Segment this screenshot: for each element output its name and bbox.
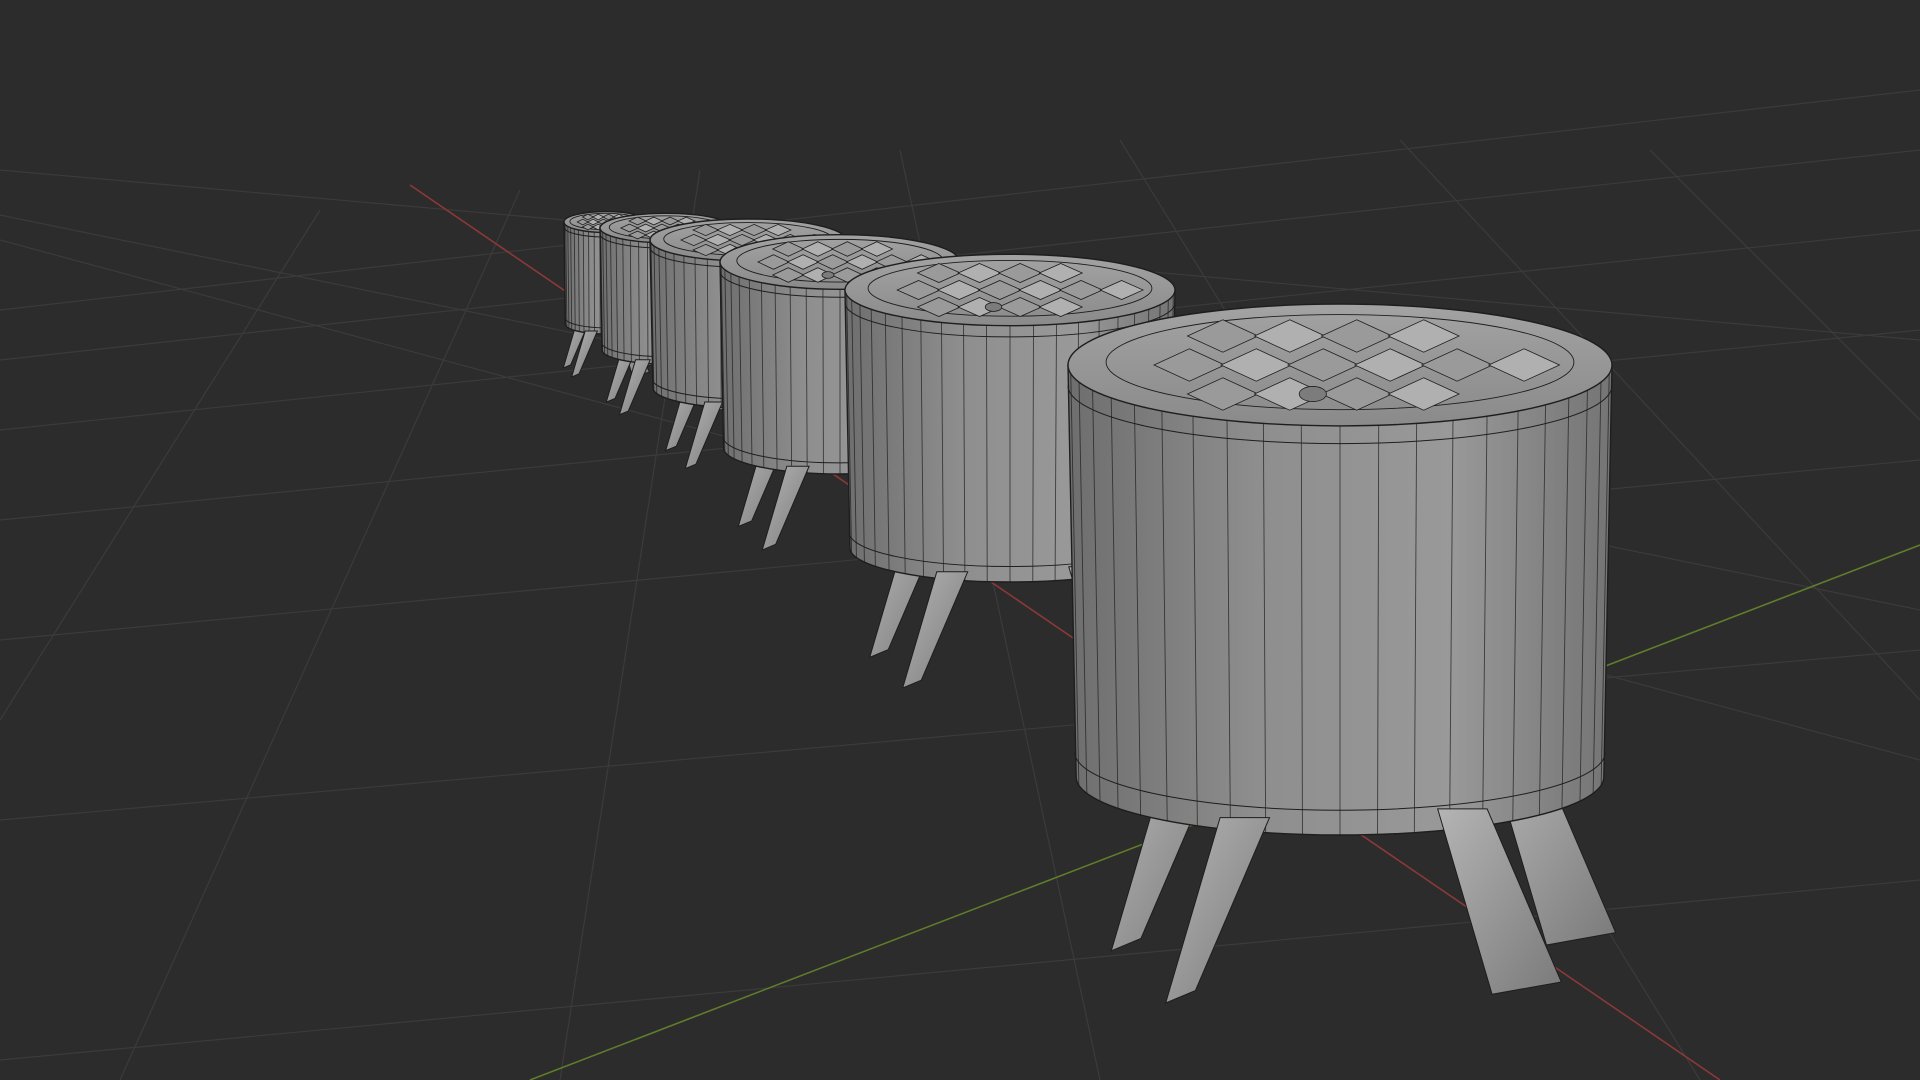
tuft-button: [821, 271, 835, 279]
mesh-edge: [646, 241, 649, 364]
pouf-object[interactable]: [1067, 303, 1617, 1004]
pouf-group[interactable]: [562, 210, 1617, 1004]
viewport-canvas[interactable]: [0, 0, 1920, 1080]
mesh-edge: [588, 231, 590, 334]
3d-viewport[interactable]: [0, 0, 1920, 1080]
tuft-button: [984, 302, 1003, 312]
mesh-edge: [822, 287, 824, 474]
tuft-button: [1298, 386, 1327, 402]
